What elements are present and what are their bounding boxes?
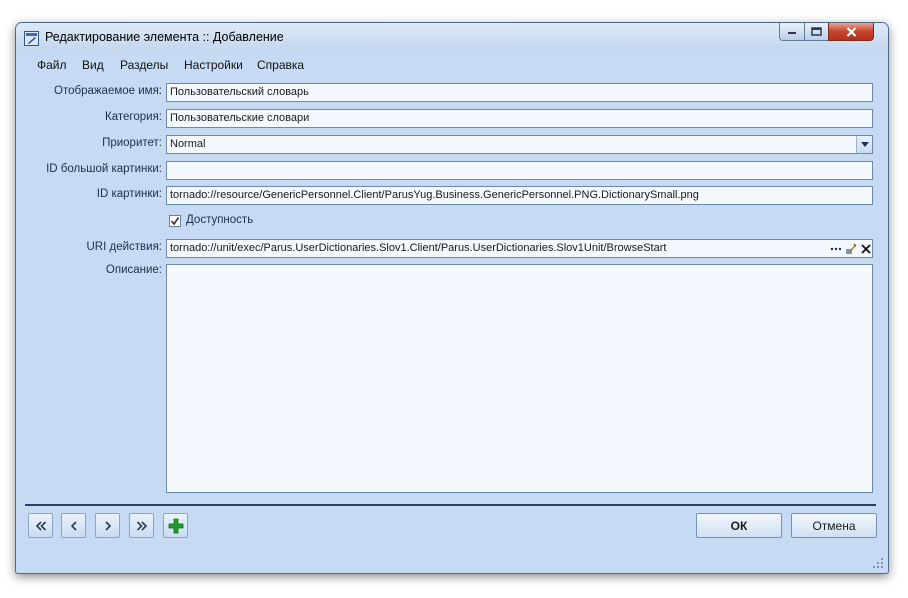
image-id-field[interactable]: tornado://resource/GenericPersonnel.Clie…: [166, 186, 873, 205]
menu-file[interactable]: Файл: [37, 58, 67, 72]
availability-label[interactable]: Доступность: [186, 214, 253, 226]
clear-button[interactable]: [859, 241, 873, 256]
first-record-button[interactable]: [28, 513, 53, 538]
double-chevron-left-icon: [35, 520, 46, 531]
window-title: Редактирование элемента :: Добавление: [45, 30, 284, 44]
minimize-icon: [788, 31, 796, 34]
image-id-label: ID картинки:: [96, 188, 162, 200]
minimize-button[interactable]: [779, 23, 805, 41]
availability-checkbox[interactable]: [169, 215, 181, 227]
close-icon: [846, 26, 856, 37]
editor-window: Редактирование элемента :: Добавление Фа…: [15, 22, 889, 574]
display-name-field[interactable]: Пользовательский словарь: [166, 83, 873, 102]
action-uri-value: tornado://unit/exec/Parus.UserDictionari…: [170, 242, 667, 254]
maximize-icon: [811, 27, 822, 36]
close-button[interactable]: [828, 23, 874, 41]
priority-label: Приоритет:: [102, 137, 162, 149]
cancel-button[interactable]: Отмена: [791, 513, 877, 538]
clear-icon: [861, 243, 871, 254]
chevron-left-icon: [70, 520, 77, 531]
category-label: Категория:: [105, 111, 162, 123]
edit-icon: [846, 243, 857, 254]
menu-bar: Файл Вид Разделы Настройки Справка: [16, 53, 888, 75]
edit-button[interactable]: [844, 241, 858, 256]
double-chevron-right-icon: [136, 520, 147, 531]
plus-icon: [168, 518, 183, 533]
action-uri-label: URI действия:: [86, 241, 162, 253]
browse-button[interactable]: [829, 241, 843, 256]
ellipsis-icon: [830, 247, 842, 250]
checkmark-icon: [170, 217, 180, 226]
menu-view[interactable]: Вид: [82, 58, 104, 72]
large-image-id-field[interactable]: [166, 161, 873, 180]
ok-button[interactable]: ОК: [696, 513, 782, 538]
last-record-button[interactable]: [129, 513, 154, 538]
description-textarea[interactable]: [166, 264, 873, 493]
menu-sections[interactable]: Разделы: [120, 58, 168, 72]
separator: [25, 504, 876, 506]
priority-value: Normal: [170, 138, 206, 150]
maximize-button[interactable]: [804, 23, 829, 41]
description-label: Описание:: [105, 264, 162, 276]
chevron-down-icon: [860, 142, 869, 147]
dropdown-button[interactable]: [856, 136, 872, 153]
menu-settings[interactable]: Настройки: [184, 58, 243, 72]
menu-help[interactable]: Справка: [257, 58, 304, 72]
title-bar[interactable]: Редактирование элемента :: Добавление: [16, 23, 888, 51]
chevron-right-icon: [104, 520, 111, 531]
add-button[interactable]: [163, 513, 188, 538]
large-image-id-label: ID большой картинки:: [46, 163, 162, 175]
display-name-label: Отображаемое имя:: [54, 85, 162, 97]
previous-record-button[interactable]: [61, 513, 86, 538]
app-icon: [24, 31, 39, 46]
category-field[interactable]: Пользовательские словари: [166, 109, 873, 128]
next-record-button[interactable]: [95, 513, 120, 538]
resize-grip-icon[interactable]: [872, 557, 884, 569]
action-uri-field[interactable]: tornado://unit/exec/Parus.UserDictionari…: [166, 239, 873, 258]
priority-select[interactable]: Normal: [166, 135, 873, 154]
